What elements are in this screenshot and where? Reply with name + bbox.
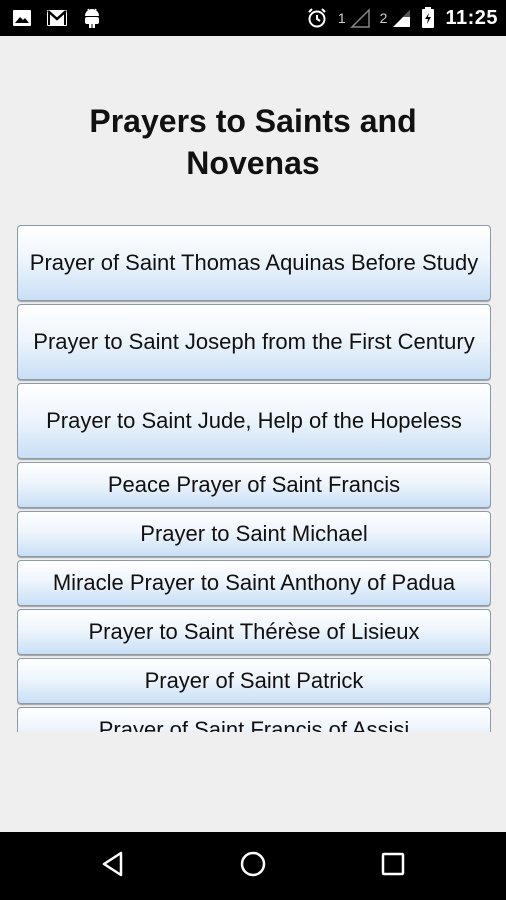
prayer-button-saint-jude[interactable]: Prayer to Saint Jude, Help of the Hopele… xyxy=(17,383,491,459)
prayer-button-saint-anthony[interactable]: Miracle Prayer to Saint Anthony of Padua xyxy=(17,560,491,606)
signal-icon-sim1 xyxy=(349,8,370,28)
sim2-label: 2 xyxy=(379,10,388,26)
content-area: Prayers to Saints and Novenas Prayer of … xyxy=(0,36,506,832)
prayer-button-saint-patrick[interactable]: Prayer of Saint Patrick xyxy=(17,658,491,704)
prayer-button-saint-joseph[interactable]: Prayer to Saint Joseph from the First Ce… xyxy=(17,304,491,380)
prayer-button-saint-therese[interactable]: Prayer to Saint Thérèse of Lisieux xyxy=(17,609,491,655)
status-right: 1 2 11:25 xyxy=(306,0,498,36)
recents-icon xyxy=(379,850,407,883)
page-title: Prayers to Saints and Novenas xyxy=(89,103,417,181)
home-icon xyxy=(239,850,267,883)
alarm-icon xyxy=(306,7,328,29)
prayer-button-thomas-aquinas[interactable]: Prayer of Saint Thomas Aquinas Before St… xyxy=(17,225,491,301)
prayer-button-francis-assisi[interactable]: Prayer of Saint Francis of Assisi xyxy=(17,707,491,732)
prayer-button-peace-prayer[interactable]: Peace Prayer of Saint Francis xyxy=(17,462,491,508)
clock: 11:25 xyxy=(445,6,498,29)
signal-icon-sim2 xyxy=(391,8,411,28)
recents-button[interactable] xyxy=(373,846,413,886)
android-icon xyxy=(82,7,102,29)
prayer-list[interactable]: Prayer of Saint Thomas Aquinas Before St… xyxy=(17,225,491,732)
home-button[interactable] xyxy=(233,846,273,886)
status-left xyxy=(12,0,102,36)
gmail-icon xyxy=(46,9,68,27)
navigation-bar xyxy=(0,832,506,900)
prayer-button-saint-michael[interactable]: Prayer to Saint Michael xyxy=(17,511,491,557)
back-button[interactable] xyxy=(93,846,133,886)
battery-icon xyxy=(421,7,435,29)
prayer-list-inner: Prayer of Saint Thomas Aquinas Before St… xyxy=(17,225,491,732)
back-icon xyxy=(99,850,127,883)
status-bar: 1 2 11:25 xyxy=(0,0,506,36)
screen: 1 2 11:25 Prayers to Saints and Novenas … xyxy=(0,0,506,900)
sim1-label: 1 xyxy=(337,10,346,26)
image-icon xyxy=(12,8,32,28)
